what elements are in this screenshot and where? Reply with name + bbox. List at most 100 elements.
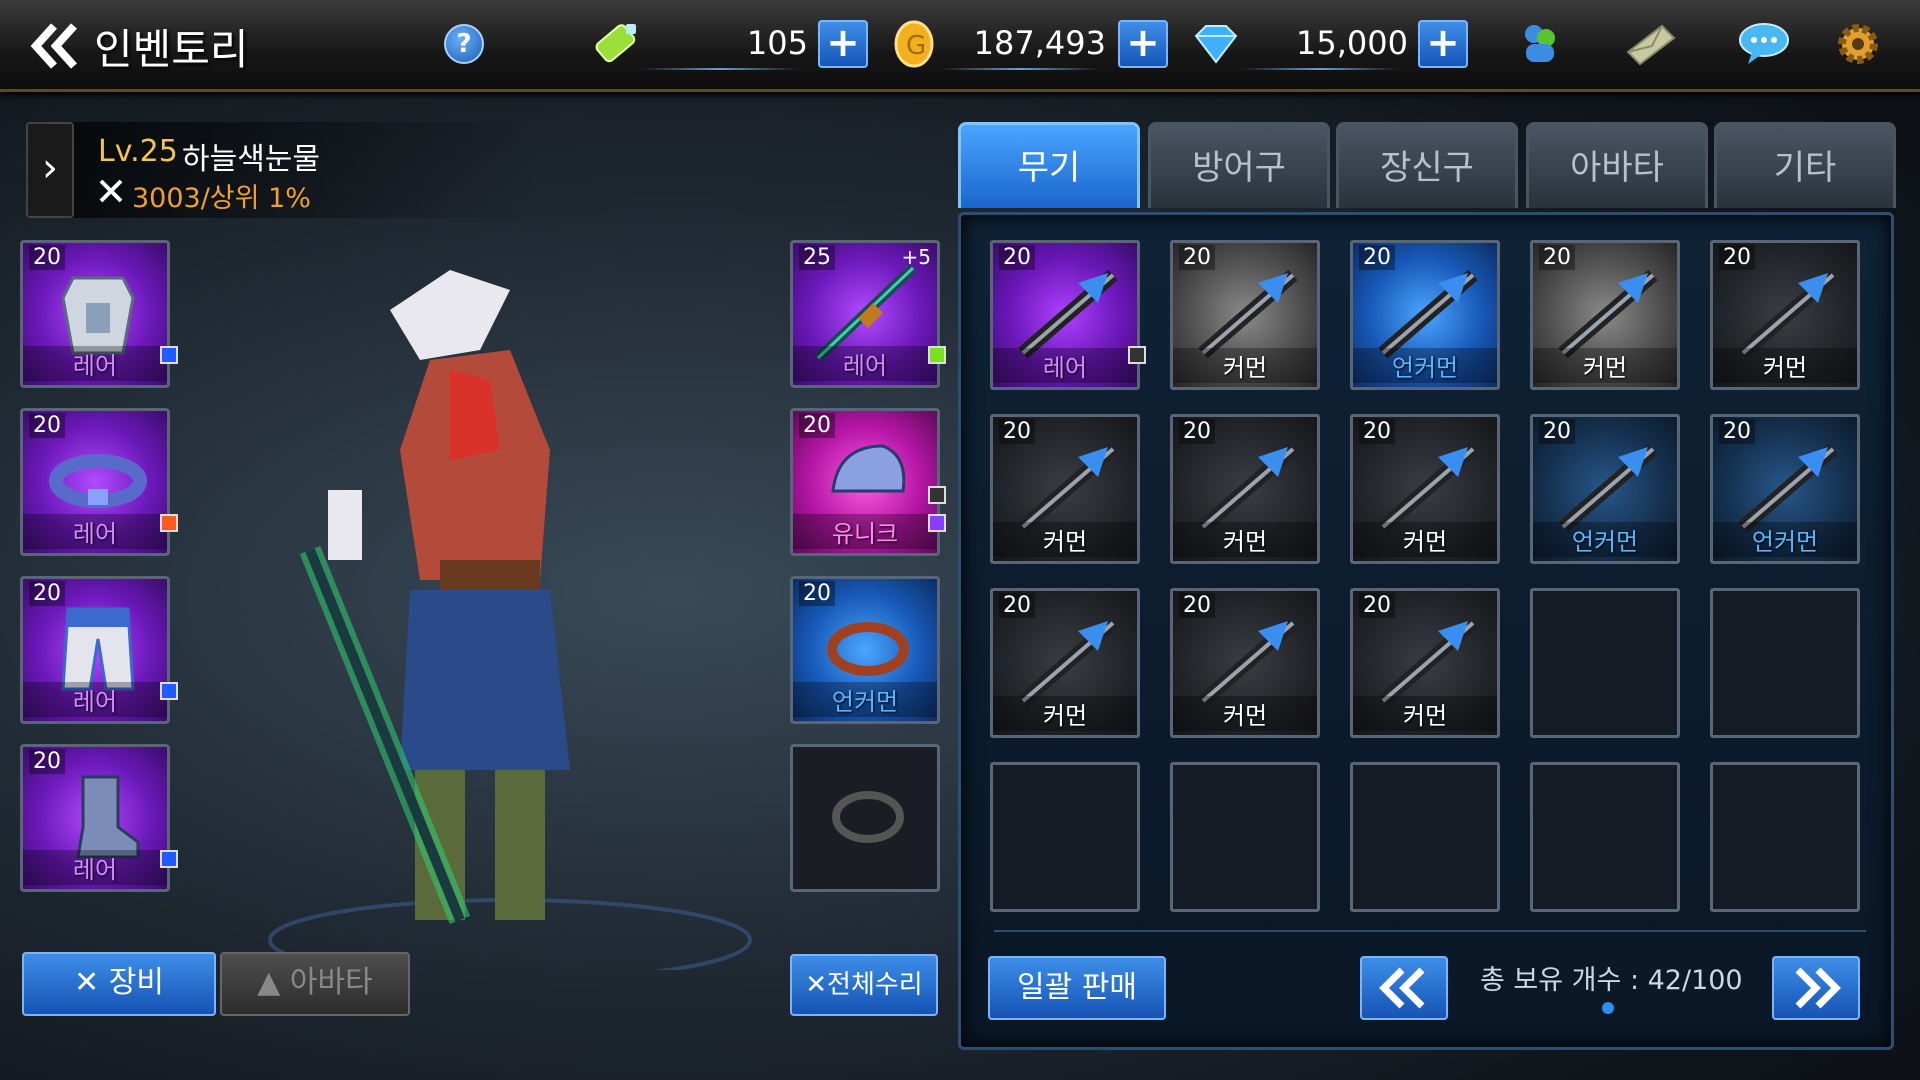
- empty-inventory-slot[interactable]: [1530, 588, 1680, 738]
- inventory-item-slot[interactable]: 20 언커먼: [1350, 240, 1500, 390]
- inventory-item-slot[interactable]: 20 커먼: [1170, 414, 1320, 564]
- inventory-item-slot[interactable]: 20 커먼: [1170, 588, 1320, 738]
- inventory-item-slot[interactable]: 20 커먼: [1170, 240, 1320, 390]
- item-grade: 커먼: [1713, 348, 1857, 383]
- equip-slot-armor[interactable]: 20 레어: [20, 240, 170, 388]
- bulk-sell-button[interactable]: 일괄 판매: [988, 956, 1166, 1020]
- empty-inventory-slot[interactable]: [1710, 588, 1860, 738]
- item-grade: 레어: [23, 514, 167, 549]
- repair-all-button[interactable]: ✕전체수리: [790, 954, 938, 1016]
- equip-slot-boots[interactable]: 20 레어: [20, 744, 170, 892]
- help-button[interactable]: ?: [444, 24, 484, 64]
- item-grade: 유니크: [793, 514, 937, 549]
- item-grade: 커먼: [1173, 696, 1317, 731]
- item-count: 총 보유 개수 : 42/100: [1480, 965, 1743, 996]
- equip-slot-necklace[interactable]: 20 언커먼: [790, 576, 940, 724]
- gold-value: 187,493: [973, 24, 1106, 62]
- equip-slot-shoulder[interactable]: 20 유니크: [790, 408, 940, 556]
- item-grade: 언커먼: [1713, 522, 1857, 557]
- inventory-item-slot[interactable]: 20 커먼: [1530, 240, 1680, 390]
- item-grade: 언커먼: [1353, 348, 1497, 383]
- item-grade: 언커먼: [1533, 522, 1677, 557]
- tab-armor[interactable]: 방어구: [1148, 122, 1330, 208]
- diamond-icon: [1194, 25, 1238, 64]
- tools-icon: ✕: [805, 970, 828, 1000]
- mail-icon[interactable]: [1622, 16, 1678, 72]
- gem-socket: [160, 850, 178, 868]
- add-stamina-button[interactable]: +: [818, 20, 868, 68]
- empty-inventory-slot[interactable]: [1530, 762, 1680, 912]
- equip-slot-weapon[interactable]: 25 +5 레어: [790, 240, 940, 388]
- tab-avatar[interactable]: 아바타: [1526, 122, 1708, 208]
- gem-socket-empty: [928, 486, 946, 504]
- add-gold-button[interactable]: +: [1118, 20, 1168, 68]
- inventory-item-slot[interactable]: 20 커먼: [1710, 240, 1860, 390]
- diamond-value: 15,000: [1296, 24, 1408, 62]
- resource-underline: [640, 68, 800, 70]
- inventory-item-slot[interactable]: 20 언커먼: [1710, 414, 1860, 564]
- item-grade: 커먼: [1353, 522, 1497, 557]
- empty-inventory-slot[interactable]: [1170, 762, 1320, 912]
- gem-socket: [160, 514, 178, 532]
- repair-label: 전체수리: [827, 970, 923, 1000]
- page-title: 인벤토리: [94, 25, 249, 74]
- empty-inventory-slot[interactable]: [1710, 762, 1860, 912]
- inventory-item-slot[interactable]: 20 커먼: [1350, 588, 1500, 738]
- item-grade: 커먼: [1173, 348, 1317, 383]
- item-grade: 레어: [993, 348, 1137, 383]
- item-grade: 커먼: [993, 696, 1137, 731]
- gem-socket: [160, 346, 178, 364]
- equip-slot-belt[interactable]: 20 레어: [20, 408, 170, 556]
- empty-inventory-slot[interactable]: [990, 762, 1140, 912]
- gem-socket: [928, 346, 946, 364]
- item-grade: 레어: [23, 346, 167, 381]
- item-grade: 커먼: [993, 522, 1137, 557]
- gem-socket: [928, 514, 946, 532]
- item-grade: 레어: [793, 346, 937, 381]
- inventory-item-slot[interactable]: 20 커먼: [990, 414, 1140, 564]
- equip-slot-ring[interactable]: [790, 744, 940, 892]
- ring-icon: [832, 791, 904, 843]
- tab-etc[interactable]: 기타: [1714, 122, 1896, 208]
- tab-weapon[interactable]: 무기: [958, 122, 1140, 208]
- svg-text:G: G: [906, 31, 926, 61]
- add-diamond-button[interactable]: +: [1418, 20, 1468, 68]
- inventory-item-slot[interactable]: 20 커먼: [990, 588, 1140, 738]
- combat-power: 3003/상위 1%: [132, 183, 311, 214]
- resource-underline: [1240, 68, 1400, 70]
- prev-page-button[interactable]: [1360, 956, 1448, 1020]
- inventory-item-slot[interactable]: 20 레어: [990, 240, 1140, 390]
- item-grade: 커먼: [1173, 522, 1317, 557]
- double-chevron-left-icon[interactable]: [28, 18, 84, 74]
- player-name: 하늘색눈물: [182, 142, 320, 177]
- shirt-icon: ▲: [257, 965, 290, 1000]
- equipment-tab-button[interactable]: ✕ 장비: [22, 952, 216, 1016]
- item-grade: 커먼: [1533, 348, 1677, 383]
- inventory-item-slot[interactable]: 20 언커먼: [1530, 414, 1680, 564]
- double-chevron-right-icon: [1795, 967, 1841, 1009]
- friends-icon[interactable]: [1512, 16, 1568, 72]
- avatar-tab-button[interactable]: ▲ 아바타: [220, 952, 410, 1016]
- avatar-label: 아바타: [289, 965, 373, 1000]
- resource-underline: [940, 68, 1100, 70]
- crossed-swords-icon: ✕: [74, 965, 109, 1000]
- empty-inventory-slot[interactable]: [1350, 762, 1500, 912]
- item-grade: 커먼: [1353, 696, 1497, 731]
- profile-expand-button[interactable]: ›: [26, 122, 74, 218]
- crossed-swords-icon: [99, 179, 123, 203]
- energy-battery-icon: [595, 24, 636, 63]
- player-level: Lv.25: [98, 134, 178, 169]
- divider: [994, 930, 1866, 932]
- equipment-label: 장비: [108, 965, 164, 1000]
- next-page-button[interactable]: [1772, 956, 1860, 1020]
- character-model: [268, 270, 752, 970]
- inventory-item-slot[interactable]: 20 커먼: [1350, 414, 1500, 564]
- item-grade: 언커먼: [793, 682, 937, 717]
- gear-icon[interactable]: [1830, 16, 1886, 72]
- chat-icon[interactable]: [1736, 16, 1792, 72]
- item-grade: 레어: [23, 682, 167, 717]
- equip-slot-pants[interactable]: 20 레어: [20, 576, 170, 724]
- gem-socket-empty: [1128, 346, 1146, 364]
- gold-coin-icon: G: [894, 20, 934, 68]
- tab-accessory[interactable]: 장신구: [1336, 122, 1518, 208]
